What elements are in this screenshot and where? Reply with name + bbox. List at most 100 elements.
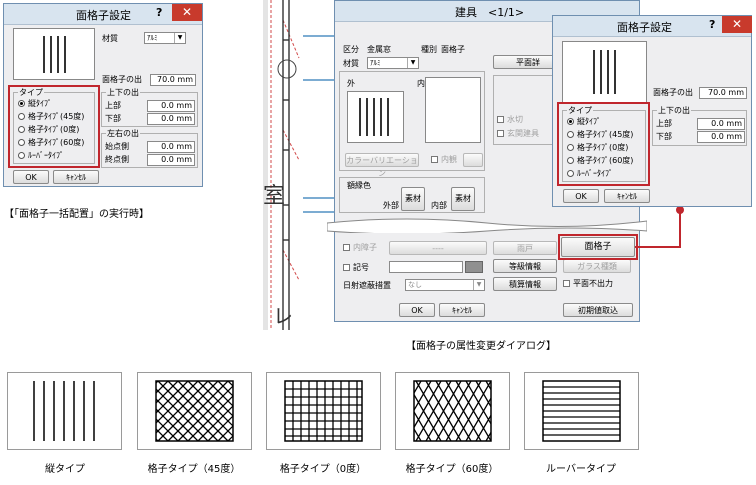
popup-title-bar[interactable]: 面格子設定 ? ✕ (553, 16, 752, 37)
inside-preview (425, 77, 481, 143)
entrance-check[interactable]: 玄関建具 (497, 129, 539, 139)
popup-top-label: 上部 (656, 119, 672, 128)
checkbox-icon (343, 244, 350, 251)
sample-vertical (7, 372, 122, 450)
vertical-type-icon (33, 381, 95, 441)
sample-label-vertical: 縦タイプ (45, 464, 85, 475)
kind-value: 面格子 (441, 45, 465, 54)
grade-info-button[interactable]: 等級情報 (493, 259, 557, 273)
inner-label: 内部 (431, 201, 447, 210)
ok-button[interactable]: OK (13, 170, 49, 184)
title-bar[interactable]: 面格子設定 ? ✕ (4, 4, 202, 25)
grid-45-type-icon (155, 380, 234, 442)
water-cut-check[interactable]: 水切 (497, 115, 523, 125)
start-label: 始点側 (105, 142, 129, 151)
bottom-input[interactable]: 0.0 mm (147, 113, 195, 125)
lattice-settings-dialog: 面格子設定 ? ✕ 材質 ｱﾙﾐ ▼ 面格子の出 70.0 mm タイプ 縦ﾀｲ… (3, 3, 203, 187)
connector-line (635, 206, 684, 248)
popup-help-icon[interactable]: ? (709, 18, 715, 31)
lattice-popup-dialog: 面格子設定 ? ✕ 面格子の出 70.0 mm タイプ 縦ﾀｲﾌﾟ 格子ﾀｲﾌﾟ… (552, 15, 752, 207)
sample-label-louver: ルーバータイプ (546, 464, 616, 475)
mark-check[interactable]: 記号 (343, 263, 369, 273)
popup-bottom-input[interactable]: 0.0 mm (697, 131, 745, 143)
grid-0-type-icon (284, 380, 363, 442)
frame-color-label: 額縁色 (347, 181, 371, 190)
dropdown-arrow-icon[interactable]: ▼ (473, 280, 484, 290)
dialog-break-line (327, 218, 647, 233)
popup-projection-input[interactable]: 70.0 mm (699, 87, 747, 99)
inner-check-label: 内観 (441, 155, 457, 164)
bottom-label: 下部 (105, 114, 121, 123)
outer-label: 外部 (383, 201, 399, 210)
sample-label-grid0: 格子タイプ（0度） (279, 464, 367, 475)
no-plan-output-check[interactable]: 平面不出力 (563, 279, 613, 289)
sample-grid0 (266, 372, 381, 450)
outside-label: 外 (347, 79, 355, 88)
popup-updown-group-label: 上下の出 (657, 106, 691, 115)
dropdown-arrow-icon[interactable]: ▼ (174, 33, 185, 43)
cad-plan-area: 室 レ (263, 0, 338, 330)
fitting-material-select[interactable]: ｱﾙﾐ ▼ (367, 57, 419, 69)
color-variation-button[interactable]: カラーバリエーション (345, 153, 419, 178)
checkbox-icon (431, 156, 438, 163)
mark-color-swatch[interactable] (465, 261, 483, 273)
kind-label: 種別 (421, 45, 437, 54)
popup-cancel-button[interactable]: ｷｬﾝｾﾙ (604, 189, 650, 203)
letter-label: レ (273, 304, 293, 328)
inner-material-button[interactable]: 素材 (451, 187, 475, 211)
estimate-info-button[interactable]: 積算情報 (493, 277, 557, 291)
end-label: 終点側 (105, 155, 129, 164)
no-plan-output-label: 平面不出力 (573, 279, 613, 288)
end-input[interactable]: 0.0 mm (147, 154, 195, 166)
inner-check[interactable]: 内観 (431, 155, 457, 165)
sample-label-grid60: 格子タイプ（60度） (405, 464, 499, 475)
dialog-title: 面格子設定 (76, 9, 131, 22)
material-select[interactable]: ｱﾙﾐ ▼ (144, 32, 186, 44)
popup-close-button[interactable]: ✕ (722, 16, 752, 33)
outer-material-button[interactable]: 素材 (401, 187, 425, 211)
inside-label: 内 (417, 79, 425, 88)
popup-bottom-label: 下部 (656, 132, 672, 141)
shutter-button[interactable]: 雨戸 (493, 241, 557, 255)
material-value: ｱﾙﾐ (147, 34, 158, 42)
leftright-group-label: 左右の出 (106, 129, 140, 138)
vertical-lattice-preview-icon (593, 50, 616, 94)
cancel-button[interactable]: ｷｬﾝｾﾙ (53, 170, 99, 184)
solar-select[interactable]: なし ▼ (405, 279, 485, 291)
left-caption: 【「面格子一括配置」の実行時】 (4, 209, 149, 220)
start-input[interactable]: 0.0 mm (147, 141, 195, 153)
help-icon[interactable]: ? (156, 6, 162, 19)
vertical-lattice-preview-icon (359, 98, 389, 136)
popup-top-input[interactable]: 0.0 mm (697, 118, 745, 130)
popup-ok-button[interactable]: OK (563, 189, 599, 203)
close-button[interactable]: ✕ (172, 4, 202, 21)
mark-input[interactable] (389, 261, 463, 273)
material-label: 材質 (102, 34, 118, 43)
inner-check-button[interactable] (463, 153, 483, 167)
top-input[interactable]: 0.0 mm (147, 100, 195, 112)
projection-input[interactable]: 70.0 mm (150, 74, 196, 86)
sample-grid60 (395, 372, 510, 450)
type-highlight-frame (8, 85, 100, 168)
grid-60-type-icon (413, 380, 492, 442)
fitting-cancel-button[interactable]: ｷｬﾝｾﾙ (439, 303, 485, 317)
initial-value-button[interactable]: 初期値取込 (563, 303, 633, 317)
fitting-ok-button[interactable]: OK (399, 303, 435, 317)
lattice-preview (13, 28, 95, 80)
inner-lattice-label: 内障子 (353, 243, 377, 252)
mark-label: 記号 (353, 263, 369, 272)
lattice-button-highlight (558, 234, 638, 260)
vertical-lattice-preview-icon (43, 36, 66, 73)
popup-projection-label: 面格子の出 (653, 88, 693, 97)
dropdown-arrow-icon[interactable]: ▼ (407, 58, 418, 68)
glass-type-button[interactable]: ガラス種類 (563, 259, 631, 273)
popup-lattice-preview (562, 41, 647, 103)
inner-lattice-check[interactable]: 内障子 (343, 243, 377, 253)
category-label: 区分 (343, 45, 359, 54)
sample-louver (524, 372, 639, 450)
top-label: 上部 (105, 101, 121, 110)
checkbox-icon (497, 116, 504, 123)
inner-lattice-select[interactable]: ---- (389, 241, 487, 255)
plan-drawing (263, 0, 338, 330)
right-caption: 【面格子の属性変更ダイアログ】 (406, 341, 556, 352)
